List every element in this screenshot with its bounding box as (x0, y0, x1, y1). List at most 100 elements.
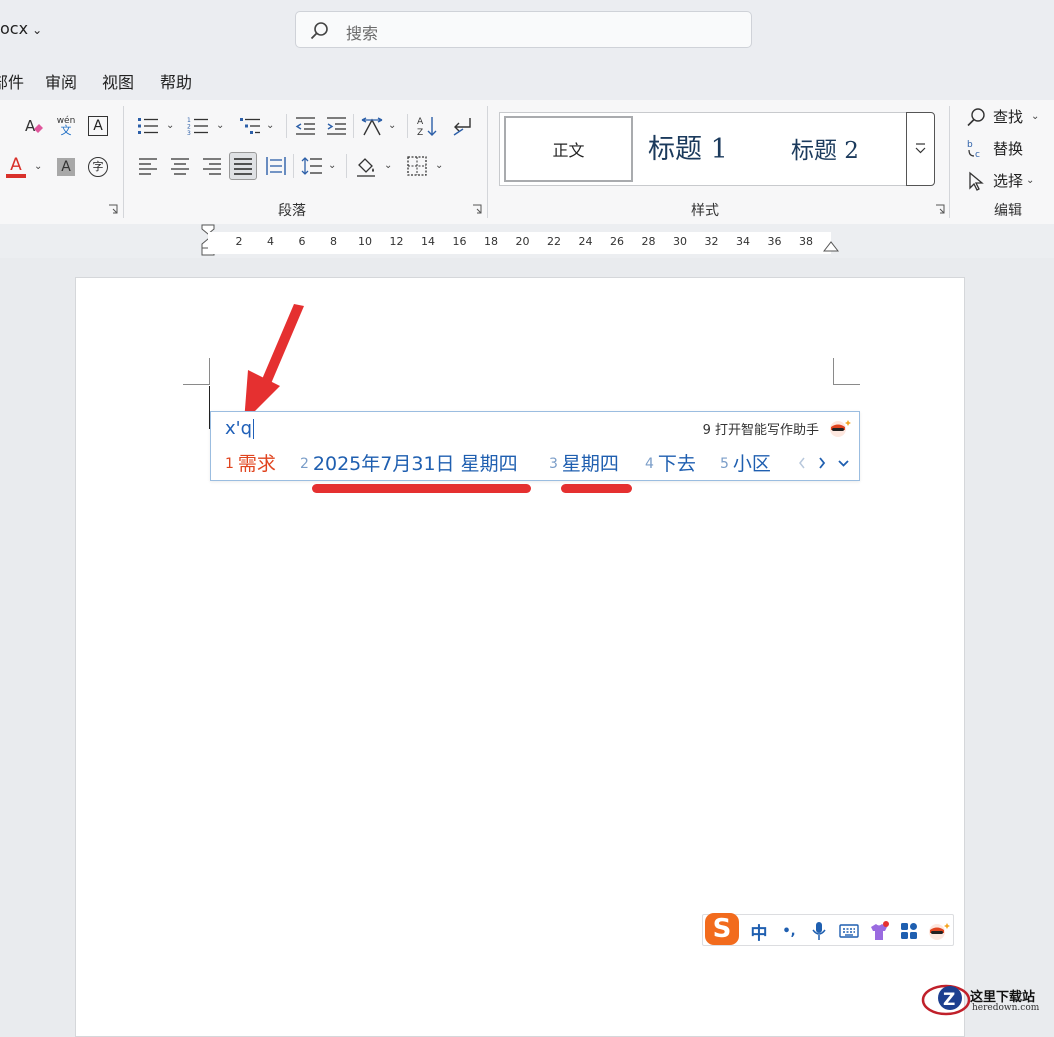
align-left-button[interactable] (134, 153, 162, 179)
bullets-dropdown-icon[interactable]: ⌄ (166, 120, 174, 131)
mascot-icon (929, 923, 950, 940)
assistant-button[interactable] (925, 919, 951, 943)
sort-button[interactable]: AZ (413, 113, 441, 139)
candidate-text: 星期四 (561, 453, 619, 475)
document-name[interactable]: ocx ⌄ (0, 19, 42, 38)
find-dropdown-icon[interactable]: ⌄ (1031, 111, 1039, 122)
ruler-tick-label: 16 (452, 235, 467, 248)
ime-mode-toggle[interactable]: 中 (747, 919, 771, 944)
divider (353, 114, 354, 138)
svg-text:Z: Z (943, 990, 955, 1010)
show-formatting-marks-button[interactable] (448, 113, 476, 139)
character-shading-button[interactable]: A (52, 154, 80, 180)
svg-text:A: A (417, 117, 424, 127)
style-heading-2[interactable]: 标题 2 (791, 131, 859, 165)
numbering-button[interactable]: 123 (184, 113, 212, 139)
bullets-button[interactable] (134, 113, 162, 139)
soft-keyboard-button[interactable] (837, 919, 861, 943)
style-heading-1[interactable]: 标题 1 (648, 127, 728, 166)
styles-more-button[interactable] (906, 112, 935, 186)
align-center-button[interactable] (166, 153, 194, 179)
multilevel-list-button[interactable] (236, 113, 264, 139)
toolbox-button[interactable] (897, 919, 921, 943)
candidate-text: 下去 (657, 453, 696, 475)
increase-indent-button[interactable] (322, 113, 350, 139)
ime-candidate-5[interactable]: 5 小区 (720, 449, 771, 476)
candidate-number: 5 (720, 456, 729, 472)
watermark-subtext: heredown.com (972, 1003, 1040, 1013)
align-right-button[interactable] (198, 153, 226, 179)
font-color-button[interactable]: A (2, 154, 30, 180)
ruler-tick-label: 10 (358, 235, 372, 248)
ime-paging-controls[interactable] (797, 456, 857, 470)
line-spacing-dropdown-icon[interactable]: ⌄ (328, 160, 336, 171)
ruler-tick-label: 4 (267, 235, 274, 248)
candidate-number: 4 (645, 456, 654, 472)
numbering-dropdown-icon[interactable]: ⌄ (216, 120, 224, 131)
sogou-logo-icon[interactable]: S (702, 909, 742, 949)
skin-button[interactable] (867, 919, 891, 943)
ruler-tick-label: 14 (421, 235, 435, 248)
ruler-tick-label: 22 (547, 235, 561, 248)
font-dialog-launcher-icon[interactable] (108, 204, 118, 214)
annotation-underline-weekday (561, 484, 632, 493)
multilevel-list-dropdown-icon[interactable]: ⌄ (266, 120, 274, 131)
tab-help[interactable]: 帮助 (160, 69, 192, 93)
cursor-icon (969, 171, 984, 191)
search-box[interactable]: 搜索 (295, 11, 752, 48)
enclose-characters-button[interactable]: 字 (84, 154, 112, 180)
distributed-icon (266, 157, 286, 175)
ime-pinyin-input[interactable]: x'q (225, 418, 255, 439)
ruler-area: 2 4 6 8 10 12 14 16 18 20 22 24 26 28 30 32 34 36 38 (0, 224, 1054, 258)
decrease-indent-button[interactable] (291, 113, 319, 139)
svg-text:3: 3 (187, 130, 191, 136)
borders-button[interactable] (403, 153, 431, 179)
voice-input-button[interactable] (807, 919, 831, 943)
find-button[interactable]: 查找 ⌄ (966, 106, 1039, 127)
candidate-text: 需求 (237, 453, 276, 475)
ime-candidate-1[interactable]: 1 需求 (225, 449, 276, 476)
select-dropdown-icon[interactable]: ⌄ (1026, 175, 1034, 186)
tab-parts[interactable]: 部件 (0, 69, 24, 93)
enclose-characters-icon: 字 (88, 157, 108, 177)
style-normal[interactable]: 正文 (504, 116, 633, 182)
paragraph-dialog-launcher-icon[interactable] (472, 204, 482, 214)
shading-button[interactable] (352, 153, 380, 179)
chinese-layout-dropdown-icon[interactable]: ⌄ (388, 120, 396, 131)
chinese-layout-button[interactable] (358, 113, 386, 139)
shading-dropdown-icon[interactable]: ⌄ (384, 160, 392, 171)
ruler-tick-label: 34 (736, 235, 750, 248)
tab-view[interactable]: 视图 (102, 69, 134, 93)
justify-button[interactable] (229, 152, 257, 180)
line-spacing-icon (301, 157, 322, 175)
mascot-icon[interactable] (826, 418, 852, 438)
align-center-icon (171, 158, 189, 175)
borders-dropdown-icon[interactable]: ⌄ (435, 160, 443, 171)
ruler-tick-label: 28 (641, 235, 656, 248)
svg-text:Z: Z (417, 128, 423, 137)
line-spacing-button[interactable] (298, 153, 326, 179)
right-indent-marker-icon[interactable] (823, 239, 839, 253)
phonetic-guide-button[interactable]: wén 文 (52, 113, 80, 139)
select-button[interactable]: 选择 ⌄ (966, 170, 1034, 191)
ime-candidate-4[interactable]: 4 下去 (645, 449, 696, 476)
ruler-tick-label: 12 (389, 235, 404, 248)
ai-writing-assistant-link[interactable]: 9 打开智能写作助手 (703, 419, 819, 438)
site-watermark: Z 这里下载站 heredown.com (920, 980, 1054, 1019)
document-name-label: ocx (0, 19, 29, 38)
candidate-number: 3 (549, 456, 558, 472)
clear-formatting-button[interactable]: A (20, 113, 48, 139)
horizontal-ruler[interactable]: 2 4 6 8 10 12 14 16 18 20 22 24 26 28 30 32 34 36 38 (208, 232, 831, 254)
ime-candidate-3[interactable]: 3 星期四 (549, 449, 619, 476)
ime-candidate-2[interactable]: 2 2025年7月31日 星期四 (300, 449, 518, 476)
punctuation-toggle[interactable]: •, (777, 919, 801, 943)
character-border-button[interactable]: A (84, 113, 112, 139)
multilevel-list-icon (240, 118, 260, 134)
font-color-dropdown-icon[interactable]: ⌄ (34, 161, 42, 172)
distributed-button[interactable] (262, 153, 290, 179)
phonetic-bottom: 文 (60, 124, 72, 137)
styles-dialog-launcher-icon[interactable] (935, 204, 945, 214)
replace-button[interactable]: bc 替换 (966, 138, 1023, 159)
tab-review[interactable]: 审阅 (45, 69, 77, 93)
ime-caret (253, 419, 255, 439)
